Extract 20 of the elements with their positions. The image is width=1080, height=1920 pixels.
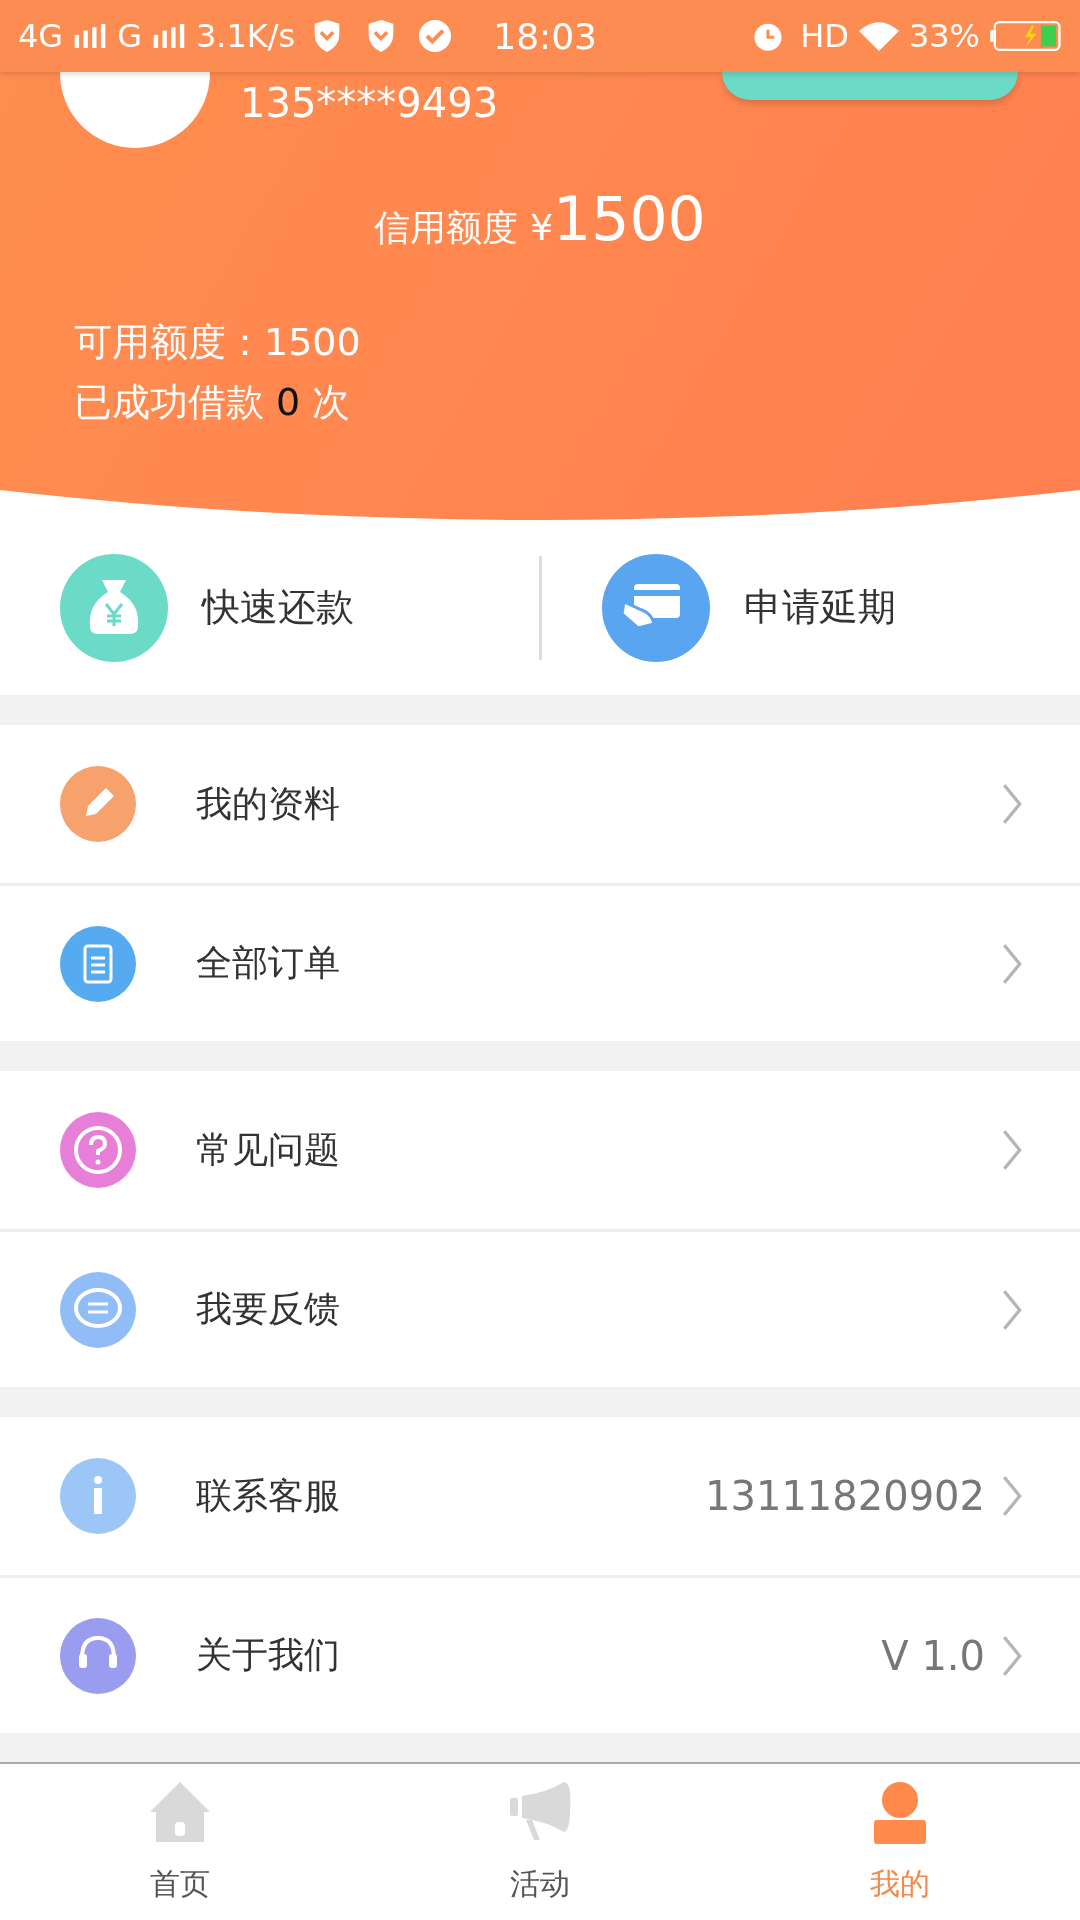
- hd-label: HD: [800, 17, 849, 55]
- menu-item[interactable]: 全部订单: [0, 883, 1080, 1041]
- network-label: 4G: [18, 17, 64, 55]
- battery-percent: 33%: [908, 17, 980, 55]
- clock-time: 18:03: [493, 15, 598, 57]
- quick-action[interactable]: 申请延期: [541, 553, 1080, 662]
- phone-number: 135****9493: [240, 80, 499, 126]
- menu-item[interactable]: 我的资料: [0, 725, 1080, 883]
- menu-item[interactable]: 联系客服 13111820902: [0, 1417, 1080, 1575]
- network-label: G: [117, 17, 142, 55]
- nav-tab[interactable]: 首页: [0, 1764, 360, 1920]
- menu-item[interactable]: 我要反馈: [0, 1229, 1080, 1387]
- available-limit: 可用额度：1500: [74, 319, 361, 366]
- credit-limit: 信用额度 ¥1500: [374, 184, 706, 254]
- nav-tab[interactable]: 活动: [360, 1764, 720, 1920]
- loan-count: 已成功借款 0 次: [74, 379, 351, 426]
- menu-item[interactable]: 常见问题: [0, 1071, 1080, 1229]
- speed-label: 3.1K/s: [195, 17, 296, 55]
- quick-action[interactable]: 快速还款: [0, 553, 539, 662]
- menu-item[interactable]: 关于我们 V 1.0: [0, 1575, 1080, 1733]
